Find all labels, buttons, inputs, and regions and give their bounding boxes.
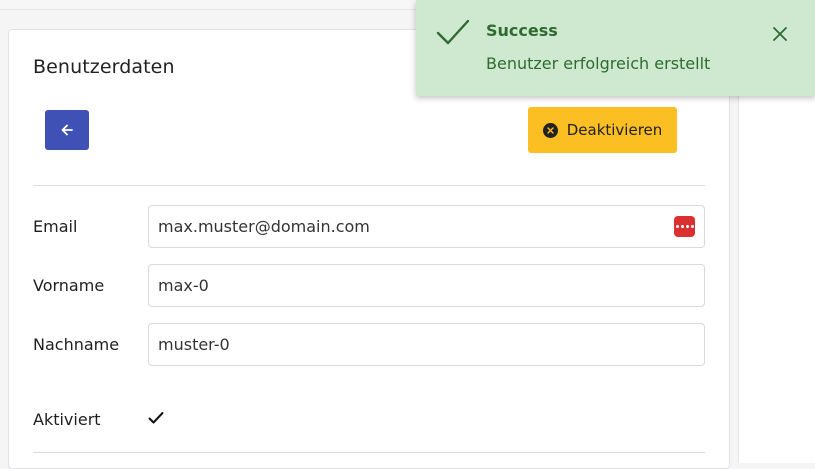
lastname-value: muster-0 <box>158 335 230 354</box>
toast-message: Benutzer erfolgreich erstellt <box>486 54 711 73</box>
arrow-left-icon <box>61 124 73 136</box>
active-label: Aktiviert <box>33 410 101 429</box>
divider <box>33 185 705 186</box>
firstname-field[interactable]: max-0 <box>148 264 705 307</box>
deactivate-label: Deaktivieren <box>566 121 663 139</box>
check-icon <box>436 19 470 45</box>
password-manager-icon[interactable] <box>674 216 695 237</box>
check-icon <box>148 412 164 424</box>
email-field[interactable]: max.muster@domain.com <box>148 205 705 248</box>
page-title: Benutzerdaten <box>33 56 175 78</box>
back-button[interactable] <box>45 110 89 150</box>
deactivate-button[interactable]: Deaktivieren <box>528 107 677 153</box>
firstname-label: Vorname <box>33 276 105 295</box>
success-toast: Success Benutzer erfolgreich erstellt <box>416 0 815 96</box>
firstname-value: max-0 <box>158 276 209 295</box>
lastname-label: Nachname <box>33 335 120 354</box>
x-circle-icon <box>542 122 558 138</box>
email-label: Email <box>33 217 78 236</box>
active-checkbox[interactable] <box>148 410 164 429</box>
email-value: max.muster@domain.com <box>158 217 370 236</box>
close-icon[interactable] <box>772 26 788 42</box>
toast-title: Success <box>486 21 558 40</box>
side-panel <box>738 80 815 463</box>
lastname-field[interactable]: muster-0 <box>148 323 705 366</box>
divider <box>33 452 705 453</box>
